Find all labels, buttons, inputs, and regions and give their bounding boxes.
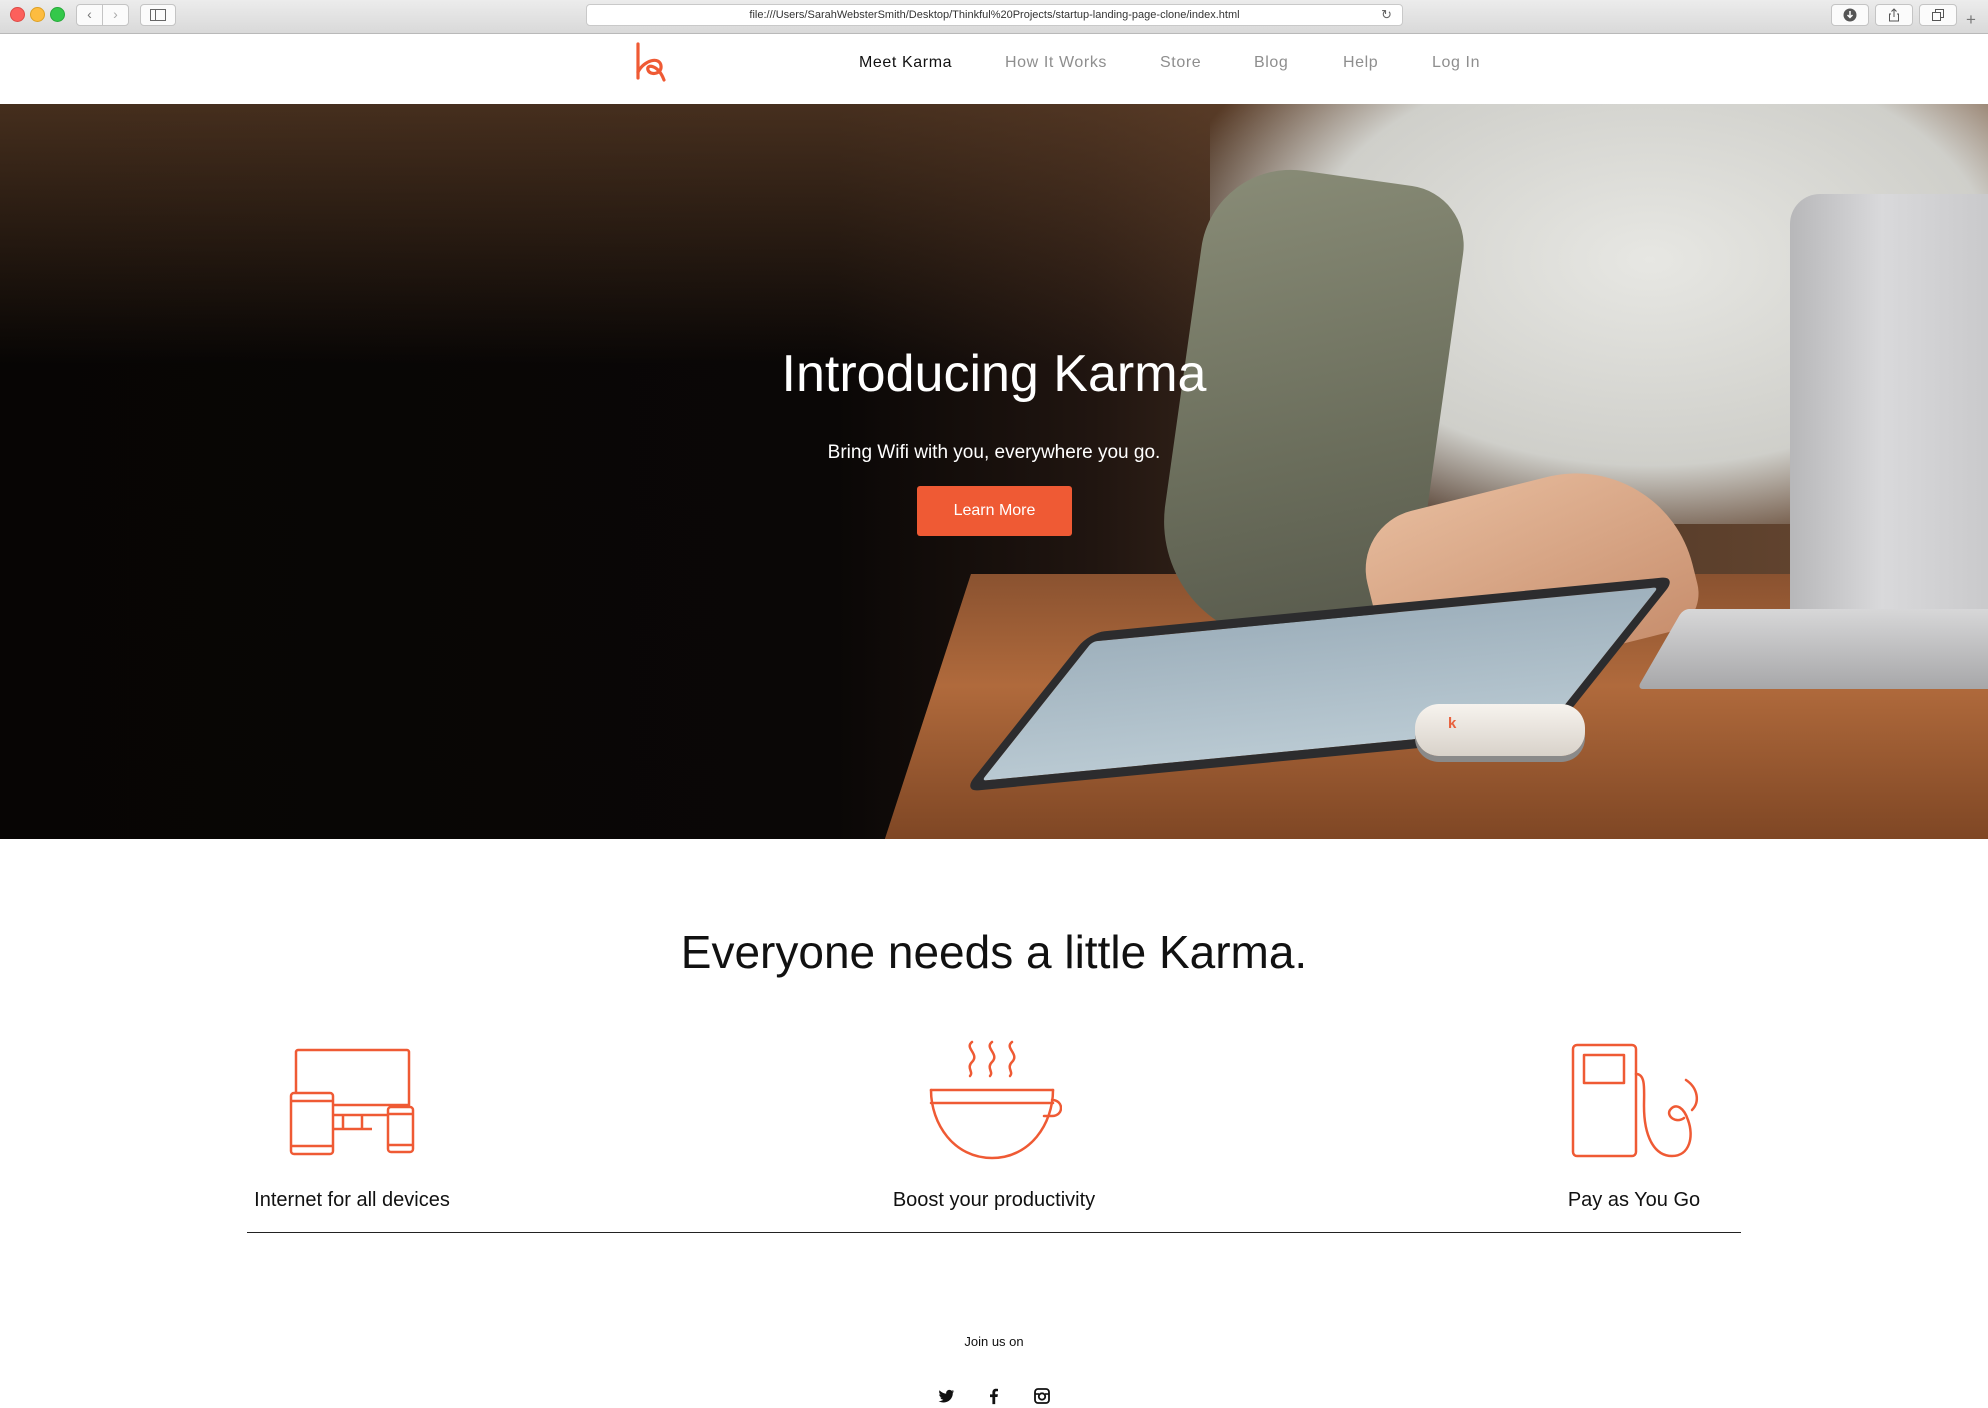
facebook-icon[interactable] (984, 1386, 1004, 1406)
close-window-button[interactable] (10, 7, 25, 22)
instagram-icon[interactable] (1032, 1386, 1052, 1406)
learn-more-button[interactable]: Learn More (917, 486, 1072, 536)
nav-store[interactable]: Store (1160, 54, 1201, 72)
hero-section: k Introducing Karma Bring Wifi with you,… (0, 104, 1988, 839)
minimize-window-button[interactable] (30, 7, 45, 22)
nav-meet-karma[interactable]: Meet Karma (859, 54, 952, 72)
devices-icon (289, 1048, 415, 1156)
browser-toolbar: ‹ › file:///Users/SarahWebsterSmith/Desk… (0, 0, 1988, 34)
tabs-icon[interactable] (1919, 4, 1957, 26)
address-bar[interactable]: file:///Users/SarahWebsterSmith/Desktop/… (586, 4, 1403, 26)
hero-device-logo: k (1448, 715, 1457, 732)
feature-label-devices: Internet for all devices (254, 1189, 450, 1211)
hero-laptop-image (1790, 194, 1988, 674)
back-icon[interactable]: ‹ (76, 4, 103, 26)
hero-laptop-base (1636, 609, 1988, 689)
nav-log-in[interactable]: Log In (1432, 54, 1480, 72)
karma-logo[interactable] (634, 42, 668, 82)
feature-label-pay-as-you-go: Pay as You Go (1567, 1189, 1701, 1211)
sidebar-icon[interactable] (140, 4, 176, 26)
nav-help[interactable]: Help (1343, 54, 1378, 72)
twitter-icon[interactable] (936, 1386, 956, 1406)
hero-subtitle: Bring Wifi with you, everywhere you go. (827, 442, 1161, 463)
fuel-pump-icon (1571, 1043, 1699, 1158)
zoom-window-button[interactable] (50, 7, 65, 22)
forward-icon[interactable]: › (102, 4, 129, 26)
download-icon[interactable] (1831, 4, 1869, 26)
url-text: file:///Users/SarahWebsterSmith/Desktop/… (749, 9, 1240, 21)
coffee-cup-icon (929, 1040, 1062, 1160)
nav-blog[interactable]: Blog (1254, 54, 1288, 72)
feature-label-productivity: Boost your productivity (892, 1189, 1096, 1211)
nav-how-it-works[interactable]: How It Works (1005, 54, 1107, 72)
hero-karma-device (1415, 704, 1585, 756)
section-divider (247, 1232, 1741, 1233)
new-tab-icon[interactable]: + (1966, 10, 1976, 30)
hero-title: Introducing Karma (781, 345, 1207, 403)
site-header: Meet Karma How It Works Store Blog Help … (0, 34, 1988, 104)
join-us-text: Join us on (964, 1334, 1024, 1349)
reload-icon[interactable]: ↻ (1381, 5, 1392, 25)
features-title: Everyone needs a little Karma. (680, 926, 1308, 978)
share-icon[interactable] (1875, 4, 1913, 26)
